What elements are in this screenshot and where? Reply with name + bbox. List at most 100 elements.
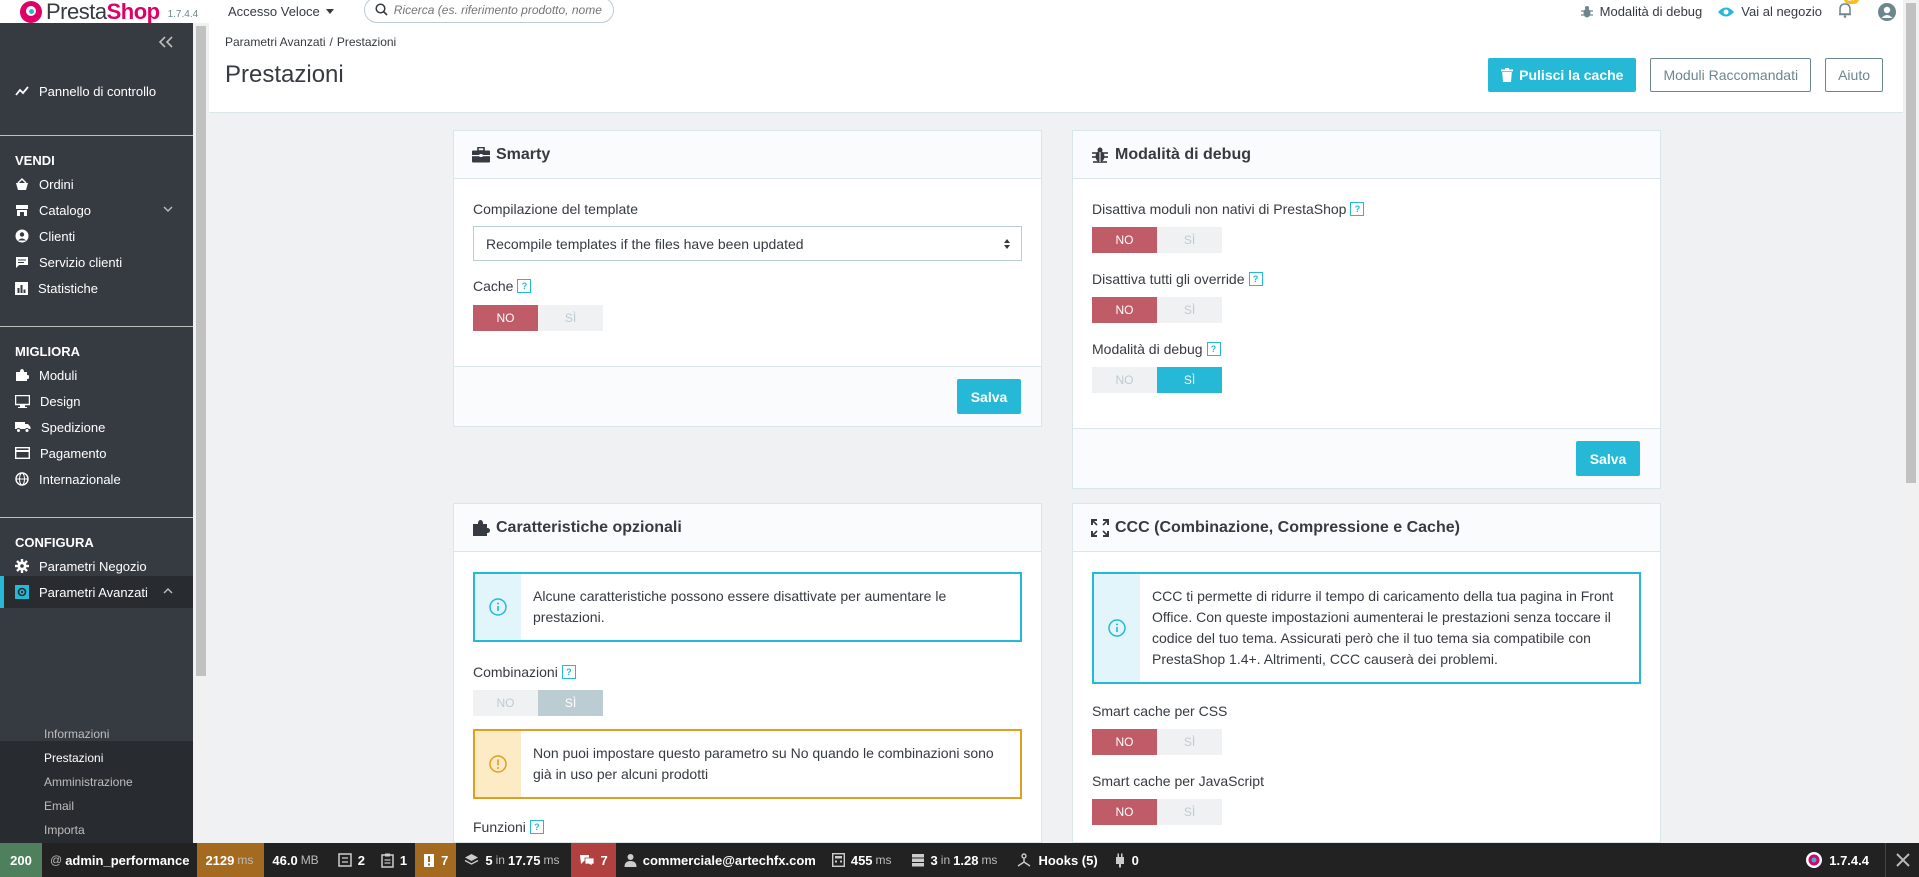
sidebar-item-label: Spedizione xyxy=(41,419,106,435)
user-icon xyxy=(624,854,637,867)
caret-down-icon xyxy=(325,9,334,14)
submenu-item-information[interactable]: Informazioni xyxy=(44,727,109,741)
logs-count: 1 xyxy=(399,852,408,868)
forms-panel[interactable]: 2 xyxy=(330,843,373,877)
modules-panel[interactable]: 0 xyxy=(1106,843,1147,877)
css-cache-switch[interactable]: NO SÌ xyxy=(1092,729,1222,755)
switch-no-option[interactable]: NO xyxy=(1092,729,1157,755)
request-time[interactable]: 2129 ms xyxy=(197,843,265,877)
security-panel[interactable]: commerciale@artechfx.com xyxy=(616,843,824,877)
search-box[interactable] xyxy=(363,0,614,23)
status-code[interactable]: 200 xyxy=(0,843,42,877)
breadcrumb-separator: / xyxy=(329,35,333,49)
switch-yes-option[interactable]: SÌ xyxy=(538,690,603,716)
sidebar-item-orders[interactable]: Ordini xyxy=(0,172,193,196)
disable-modules-switch[interactable]: NO SÌ xyxy=(1092,227,1222,253)
quick-access-label: Accesso Veloce xyxy=(228,4,320,19)
sidebar-scrollbar-thumb[interactable] xyxy=(196,26,206,676)
switch-yes-option[interactable]: SÌ xyxy=(1157,227,1222,253)
sidebar-item-design[interactable]: Design xyxy=(0,389,193,413)
search-input[interactable] xyxy=(393,2,604,17)
template-compilation-select[interactable]: Recompile templates if the files have be… xyxy=(473,226,1022,261)
switch-yes-option[interactable]: SÌ xyxy=(1157,367,1222,393)
help-button[interactable]: Aiuto xyxy=(1825,58,1883,92)
recommended-modules-button[interactable]: Moduli Raccomandati xyxy=(1650,58,1812,92)
page-scrollbar-thumb[interactable] xyxy=(1906,3,1916,483)
smarty-save-button[interactable]: Salva xyxy=(957,379,1021,414)
sidebar-item-customer-service[interactable]: Servizio clienti xyxy=(0,250,193,274)
collapse-sidebar-button[interactable] xyxy=(158,35,173,53)
sidebar-item-advanced-parameters[interactable]: Parametri Avanzati xyxy=(0,576,193,608)
sidebar-item-international[interactable]: Internazionale xyxy=(0,467,193,491)
sidebar-item-shipping[interactable]: Spedizione xyxy=(0,415,193,439)
switch-no-option[interactable]: NO xyxy=(473,690,538,716)
help-icon[interactable]: ? xyxy=(1206,342,1221,356)
switch-yes-option[interactable]: SÌ xyxy=(1157,729,1222,755)
sidebar-item-shop-parameters[interactable]: Parametri Negozio xyxy=(0,554,193,578)
route-name[interactable]: @ admin_performance xyxy=(42,843,197,877)
cache-switch[interactable]: NO SÌ xyxy=(473,305,603,331)
switch-no-option[interactable]: NO xyxy=(473,305,538,331)
submenu-item-administration[interactable]: Amministrazione xyxy=(44,775,133,789)
js-cache-switch[interactable]: NO SÌ xyxy=(1092,799,1222,825)
sidebar-item-customers[interactable]: Clienti xyxy=(0,224,193,248)
memory-usage[interactable]: 46.0 MB xyxy=(264,843,329,877)
sidebar-item-stats[interactable]: Statistiche xyxy=(0,276,193,300)
modules-count: 0 xyxy=(1131,852,1139,868)
debug-mode-link[interactable]: Modalità di debug xyxy=(1580,4,1702,19)
submenu-item-email[interactable]: Email xyxy=(44,799,74,813)
help-icon[interactable]: ? xyxy=(517,279,532,293)
employee-menu[interactable] xyxy=(1877,2,1903,22)
db-time-unit: ms xyxy=(543,853,560,867)
switch-no-option[interactable]: NO xyxy=(1092,367,1157,393)
submenu-item-import[interactable]: Importa xyxy=(44,823,85,837)
help-icon[interactable]: ? xyxy=(529,820,544,834)
twig-panel[interactable]: 7 xyxy=(570,843,616,877)
quick-access-dropdown[interactable]: Accesso Veloce xyxy=(228,4,334,19)
combinations-switch[interactable]: NO SÌ xyxy=(473,690,603,716)
bar-chart-icon xyxy=(15,281,28,295)
sidebar-divider xyxy=(0,517,193,518)
breadcrumb-parent-link[interactable]: Parametri Avanzati xyxy=(225,35,326,49)
template-compilation-value: Recompile templates if the files have be… xyxy=(486,235,804,252)
close-debugbar-button[interactable] xyxy=(1885,843,1919,877)
cache-panel[interactable]: 3 in 1.28 ms xyxy=(903,843,1009,877)
prestashop-version[interactable]: 1.7.4.4 xyxy=(1805,843,1869,877)
smarty-panel: Smarty Compilazione del template Recompi… xyxy=(453,130,1042,427)
switch-no-option[interactable]: NO xyxy=(1092,799,1157,825)
sidebar-item-payment[interactable]: Pagamento xyxy=(0,441,193,465)
errors-panel[interactable]: 7 xyxy=(415,843,457,877)
sidebar-item-catalog[interactable]: Catalogo xyxy=(0,198,193,222)
sidebar-item-label: Parametri Avanzati xyxy=(39,584,148,600)
disable-overrides-switch[interactable]: NO SÌ xyxy=(1092,297,1222,323)
switch-no-option[interactable]: NO xyxy=(1092,227,1157,253)
switch-no-option[interactable]: NO xyxy=(1092,297,1157,323)
logs-panel[interactable]: 1 xyxy=(373,843,415,877)
render-time-panel[interactable]: 455 ms xyxy=(824,843,903,877)
debug-save-button[interactable]: Salva xyxy=(1576,441,1640,476)
help-icon[interactable]: ? xyxy=(561,665,576,679)
sidebar-item-label: Statistiche xyxy=(38,280,98,296)
notifications-badge: 17 xyxy=(1844,0,1859,4)
view-shop-link[interactable]: Vai al negozio xyxy=(1717,4,1822,19)
help-icon[interactable]: ? xyxy=(1248,272,1263,286)
sidebar-item-dashboard[interactable]: Pannello di controllo xyxy=(0,79,193,103)
cache-time-unit: ms xyxy=(981,853,998,867)
debug-mode-switch[interactable]: NO SÌ xyxy=(1092,367,1222,393)
sidebar-item-modules[interactable]: Moduli xyxy=(0,363,193,387)
submenu-item-performance[interactable]: Prestazioni xyxy=(44,751,103,765)
logo[interactable]: PrestaShop 1.7.4.4 xyxy=(20,0,210,25)
smarty-panel-footer: Salva xyxy=(454,366,1041,426)
notifications-button[interactable]: 17 xyxy=(1837,0,1859,21)
search-icon xyxy=(375,3,388,16)
switch-yes-option[interactable]: SÌ xyxy=(538,305,603,331)
help-icon[interactable]: ? xyxy=(1350,202,1365,216)
clear-cache-button[interactable]: Pulisci la cache xyxy=(1488,58,1637,92)
info-icon xyxy=(475,574,521,640)
switch-yes-option[interactable]: SÌ xyxy=(1157,799,1222,825)
database-panel[interactable]: 5 in 17.75 ms xyxy=(456,843,570,877)
switch-yes-option[interactable]: SÌ xyxy=(1157,297,1222,323)
double-chevron-left-icon xyxy=(158,36,173,48)
hooks-panel[interactable]: Hooks (5) xyxy=(1008,843,1105,877)
sidebar-divider xyxy=(0,135,193,136)
